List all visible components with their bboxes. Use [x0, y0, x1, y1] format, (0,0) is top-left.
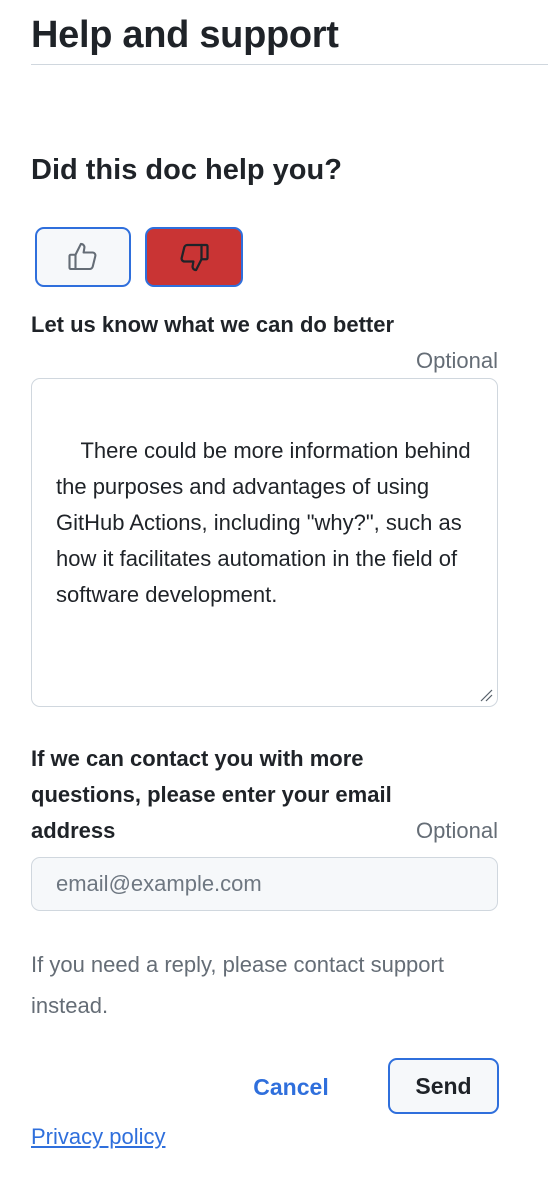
resize-grip-icon[interactable]: [479, 688, 493, 702]
comment-label: Let us know what we can do better: [31, 312, 395, 337]
feedback-question: Did this doc help you?: [31, 154, 342, 186]
email-optional-hint: Optional: [416, 818, 498, 843]
privacy-policy-link[interactable]: Privacy policy: [31, 1120, 165, 1154]
thumbs-down-icon: [180, 243, 209, 272]
page-title: Help and support: [31, 14, 339, 56]
thumbs-down-button[interactable]: [145, 227, 243, 287]
comment-textarea[interactable]: There could be more information behind t…: [31, 378, 498, 707]
send-button[interactable]: Send: [388, 1058, 499, 1114]
title-divider: [31, 64, 548, 65]
support-note: If you need a reply, please contact supp…: [31, 952, 444, 1018]
cancel-button[interactable]: Cancel: [236, 1060, 346, 1114]
email-label: If we can contact you with more question…: [31, 746, 392, 843]
thumbs-up-button[interactable]: [35, 227, 131, 287]
thumbs-up-icon: [68, 242, 97, 271]
comment-optional-hint: Optional: [416, 348, 498, 373]
comment-text: There could be more information behind t…: [56, 438, 477, 607]
help-and-support-panel: Help and support Did this doc help you? …: [0, 0, 548, 1178]
email-field[interactable]: [31, 857, 498, 911]
